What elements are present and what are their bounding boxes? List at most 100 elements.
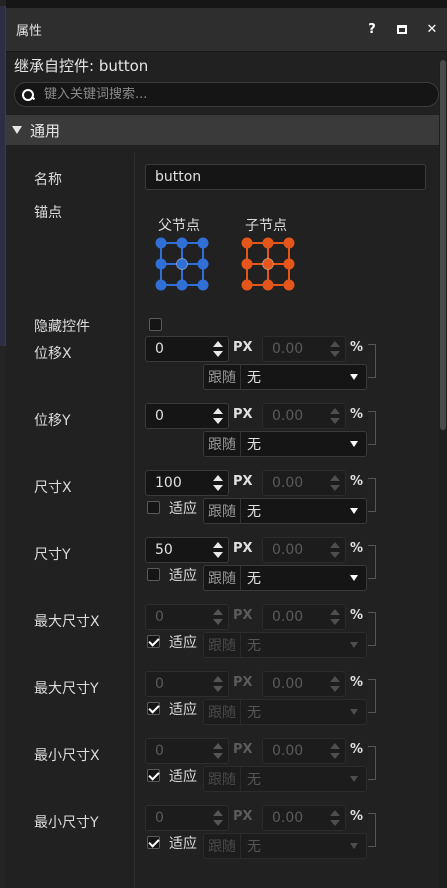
value-spinbox[interactable]: 100	[145, 470, 229, 496]
follow-value: 无	[247, 705, 261, 721]
value-text: 0	[155, 408, 164, 424]
anchor-point-0-2[interactable]	[197, 237, 209, 249]
anchor-point-1-1[interactable]	[262, 258, 274, 270]
spin-arrows-icon[interactable]	[330, 341, 340, 358]
percent-spinbox[interactable]: 0.00	[262, 470, 346, 496]
percent-spinbox[interactable]: 0.00	[262, 403, 346, 429]
anchor-point-1-2[interactable]	[283, 258, 295, 270]
fit-checkbox[interactable]	[147, 501, 160, 514]
spin-arrows-icon[interactable]	[330, 475, 340, 492]
percent-spinbox[interactable]: 0.00	[262, 671, 346, 697]
follow-tag: 跟随	[204, 633, 241, 657]
anchor-parent-label: 父节点	[158, 218, 200, 234]
percent-text: 0.00	[272, 609, 304, 625]
spin-arrows-icon[interactable]	[213, 341, 223, 358]
scrollbar-thumb[interactable]	[440, 60, 446, 430]
percent-spinbox[interactable]: 0.00	[262, 537, 346, 563]
anchor-parent-grid[interactable]	[155, 237, 209, 291]
anchor-point-0-1[interactable]	[176, 237, 188, 249]
section-general-header[interactable]: 通用	[6, 115, 447, 145]
anchor-point-2-0[interactable]	[241, 279, 253, 291]
fit-checkbox[interactable]	[147, 568, 160, 581]
follow-select[interactable]: 跟随无	[203, 632, 367, 658]
follow-select[interactable]: 跟随无	[203, 565, 367, 591]
percent-text: 0.00	[272, 341, 304, 357]
follow-select[interactable]: 跟随无	[203, 364, 367, 390]
fit-checkbox[interactable]	[147, 836, 160, 849]
follow-value: 无	[247, 839, 261, 855]
anchor-child-grid[interactable]	[241, 237, 295, 291]
spin-arrows-icon[interactable]	[213, 475, 223, 492]
percent-spinbox[interactable]: 0.00	[262, 604, 346, 630]
follow-tag: 跟随	[204, 767, 241, 791]
spin-arrows-icon[interactable]	[330, 609, 340, 626]
anchor-point-1-2[interactable]	[197, 258, 209, 270]
hide-control-checkbox[interactable]	[149, 318, 162, 331]
chevron-down-icon	[350, 776, 358, 782]
fit-label: 适应	[169, 568, 197, 584]
anchor-point-2-2[interactable]	[283, 279, 295, 291]
value-spinbox[interactable]: 50	[145, 537, 229, 563]
percent-spinbox[interactable]: 0.00	[262, 738, 346, 764]
value-spinbox[interactable]: 0	[145, 738, 229, 764]
spin-arrows-icon[interactable]	[330, 810, 340, 827]
name-input[interactable]: button	[145, 164, 426, 190]
spin-arrows-icon[interactable]	[330, 743, 340, 760]
spin-arrows-icon[interactable]	[213, 542, 223, 559]
link-bracket	[368, 545, 376, 579]
spin-arrows-icon[interactable]	[213, 743, 223, 760]
link-bracket	[368, 612, 376, 646]
spin-arrows-icon[interactable]	[330, 408, 340, 425]
value-spinbox[interactable]: 0	[145, 604, 229, 630]
value-spinbox[interactable]: 0	[145, 403, 229, 429]
anchor-point-2-1[interactable]	[262, 279, 274, 291]
row-label: 最小尺寸X	[34, 748, 100, 764]
spin-arrows-icon[interactable]	[213, 676, 223, 693]
percent-spinbox[interactable]: 0.00	[262, 805, 346, 831]
maximize-button[interactable]	[387, 8, 417, 52]
anchor-point-0-0[interactable]	[155, 237, 167, 249]
percent-spinbox[interactable]: 0.00	[262, 336, 346, 362]
follow-select[interactable]: 跟随无	[203, 766, 367, 792]
anchor-point-1-1[interactable]	[176, 258, 188, 270]
value-spinbox[interactable]: 0	[145, 671, 229, 697]
help-button[interactable]: ?	[357, 8, 387, 52]
fit-checkbox[interactable]	[147, 635, 160, 648]
hide-control-label: 隐藏控件	[34, 319, 90, 335]
anchor-point-2-1[interactable]	[176, 279, 188, 291]
scrollbar[interactable]	[439, 60, 447, 888]
spin-arrows-icon[interactable]	[213, 408, 223, 425]
follow-select[interactable]: 跟随无	[203, 498, 367, 524]
fit-checkbox[interactable]	[147, 702, 160, 715]
maximize-icon	[397, 25, 407, 34]
panel-titlebar: 属性 ? ✕	[6, 8, 447, 52]
anchor-point-0-0[interactable]	[241, 237, 253, 249]
close-button[interactable]: ✕	[417, 8, 447, 52]
panel-title: 属性	[16, 24, 43, 39]
follow-tag: 跟随	[204, 834, 241, 858]
search-input[interactable]	[44, 87, 424, 102]
follow-select[interactable]: 跟随无	[203, 699, 367, 725]
value-spinbox[interactable]: 0	[145, 805, 229, 831]
spin-arrows-icon[interactable]	[213, 609, 223, 626]
anchor-point-2-0[interactable]	[155, 279, 167, 291]
anchor-child-label: 子节点	[245, 218, 287, 234]
anchor-point-1-0[interactable]	[155, 258, 167, 270]
follow-select[interactable]: 跟随无	[203, 431, 367, 457]
fit-checkbox[interactable]	[147, 769, 160, 782]
px-unit: PX	[233, 675, 253, 690]
spin-arrows-icon[interactable]	[330, 676, 340, 693]
follow-select[interactable]: 跟随无	[203, 833, 367, 859]
search-box[interactable]	[14, 82, 439, 107]
anchor-point-0-2[interactable]	[283, 237, 295, 249]
anchor-point-2-2[interactable]	[197, 279, 209, 291]
value-spinbox[interactable]: 0	[145, 336, 229, 362]
value-text: 0	[155, 676, 164, 692]
collapse-triangle-icon[interactable]	[12, 126, 22, 134]
anchor-point-0-1[interactable]	[262, 237, 274, 249]
spin-arrows-icon[interactable]	[213, 810, 223, 827]
fit-label: 适应	[169, 501, 197, 517]
anchor-point-1-0[interactable]	[241, 258, 253, 270]
spin-arrows-icon[interactable]	[330, 542, 340, 559]
inherit-info: 继承自控件: button	[14, 56, 149, 75]
